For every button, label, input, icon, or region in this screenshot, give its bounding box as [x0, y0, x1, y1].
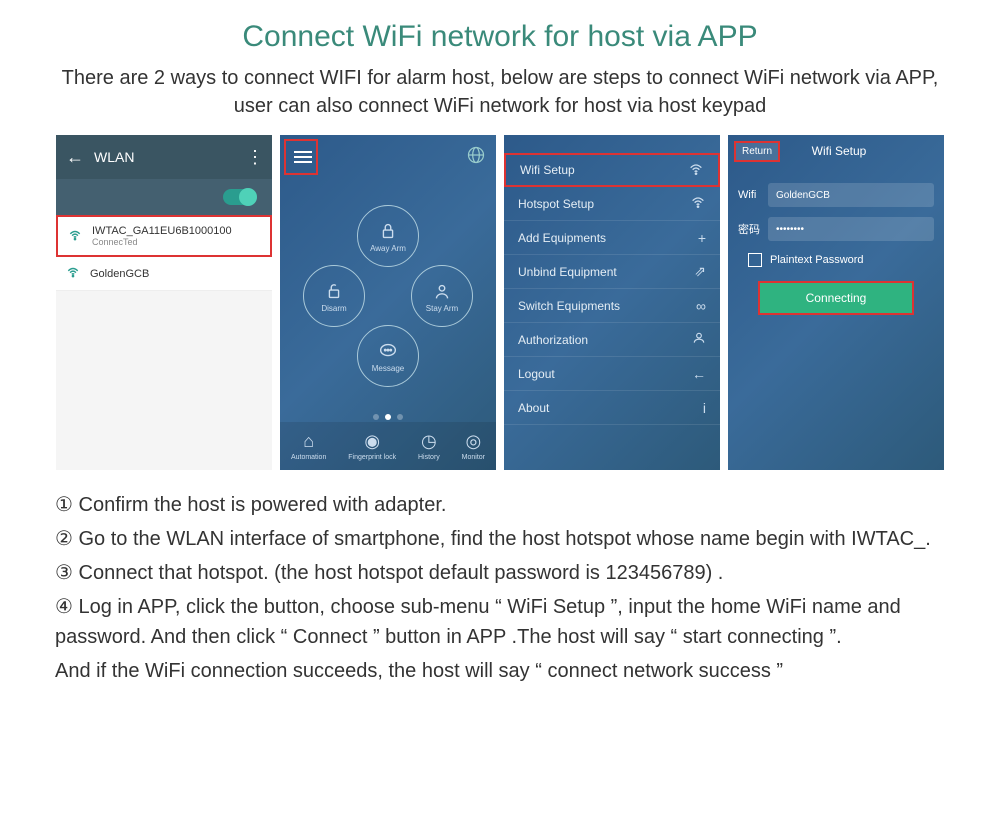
bottom-nav: ⌂Automation ◉Fingerprint lock ◷History ◎…	[280, 422, 496, 470]
wifi-icon	[688, 161, 704, 180]
stay-arm-button[interactable]: Stay Arm	[411, 265, 473, 327]
screen-wlan: ← WLAN ⋮ IWTAC_GA11EU6B1000100 ConnecTed…	[56, 135, 272, 470]
hamburger-icon[interactable]	[294, 148, 312, 166]
wifi-name: IWTAC_GA11EU6B1000100	[92, 225, 232, 237]
menu-switch[interactable]: Switch Equipments∞	[504, 289, 720, 323]
plaintext-row[interactable]: Plaintext Password	[748, 253, 934, 267]
step-1: ① Confirm the host is powered with adapt…	[55, 490, 945, 520]
page-dots	[373, 414, 403, 420]
wifi-input[interactable]: GoldenGCB	[768, 183, 934, 207]
page-title: Connect WiFi network for host via APP	[0, 0, 1000, 54]
more-icon[interactable]: ⋮	[246, 147, 262, 168]
unlink-icon: ⇗	[694, 263, 706, 280]
globe-icon[interactable]	[466, 145, 486, 170]
hamburger-highlight	[284, 139, 318, 175]
wifi-status: ConnecTed	[92, 237, 232, 247]
wifi-toggle-row	[56, 179, 272, 215]
step-2: ② Go to the WLAN interface of smartphone…	[55, 524, 945, 554]
password-label: 密码	[738, 221, 768, 237]
away-arm-button[interactable]: Away Arm	[357, 205, 419, 267]
screen-menu: Wifi Setup Hotspot Setup Add Equipments+…	[504, 135, 720, 470]
nav-history[interactable]: ◷History	[418, 431, 440, 461]
wifi-icon	[68, 228, 82, 245]
menu-unbind[interactable]: Unbind Equipment⇗	[504, 255, 720, 289]
wifi-item-iwtac[interactable]: IWTAC_GA11EU6B1000100 ConnecTed	[56, 215, 272, 257]
plaintext-label: Plaintext Password	[770, 254, 864, 266]
step-4: ④ Log in APP, click the button, choose s…	[55, 592, 945, 652]
wlan-header: ← WLAN ⋮	[56, 135, 272, 179]
checkbox-icon	[748, 253, 762, 267]
info-icon: i	[703, 400, 706, 416]
menu-logout[interactable]: Logout←	[504, 357, 720, 391]
menu-about[interactable]: Abouti	[504, 391, 720, 425]
plus-icon: +	[698, 230, 706, 246]
password-input[interactable]: ••••••••	[768, 217, 934, 241]
screen-wifi-setup: Return Wifi Setup Wifi GoldenGCB 密码 ••••…	[728, 135, 944, 470]
wifi-name: GoldenGCB	[90, 268, 149, 280]
user-icon	[692, 331, 706, 348]
message-button[interactable]: Message	[357, 325, 419, 387]
disarm-button[interactable]: Disarm	[303, 265, 365, 327]
screen-home: Away Arm Disarm Stay Arm Message ⌂Automa…	[280, 135, 496, 470]
arm-controls: Away Arm Disarm Stay Arm Message	[298, 205, 478, 385]
menu-auth[interactable]: Authorization	[504, 323, 720, 357]
setup-title: Wifi Setup	[740, 144, 938, 158]
connect-button[interactable]: Connecting	[758, 281, 914, 315]
menu-add[interactable]: Add Equipments+	[504, 221, 720, 255]
menu-hotspot[interactable]: Hotspot Setup	[504, 187, 720, 221]
wifi-label: Wifi	[738, 189, 768, 201]
final-note: And if the WiFi connection succeeds, the…	[55, 656, 945, 686]
back-icon[interactable]: ←	[66, 147, 84, 168]
arrow-left-icon: ←	[692, 366, 706, 382]
instructions: ① Confirm the host is powered with adapt…	[0, 470, 1000, 686]
nav-monitor[interactable]: ◎Monitor	[462, 431, 485, 461]
menu-list: Wifi Setup Hotspot Setup Add Equipments+…	[504, 135, 720, 425]
nav-fingerprint[interactable]: ◉Fingerprint lock	[348, 431, 396, 461]
wifi-toggle[interactable]	[223, 189, 257, 205]
wifi-item-golden[interactable]: GoldenGCB	[56, 257, 272, 291]
menu-wifi-setup[interactable]: Wifi Setup	[504, 153, 720, 187]
setup-header: Return Wifi Setup	[728, 135, 944, 167]
wifi-form: Wifi GoldenGCB 密码 •••••••• Plaintext Pas…	[728, 167, 944, 331]
step-3: ③ Connect that hotspot. (the host hotspo…	[55, 558, 945, 588]
page-subtitle: There are 2 ways to connect WIFI for ala…	[0, 54, 1000, 135]
nav-automation[interactable]: ⌂Automation	[291, 431, 326, 461]
screenshots-row: ← WLAN ⋮ IWTAC_GA11EU6B1000100 ConnecTed…	[0, 135, 1000, 470]
wifi-icon	[690, 194, 706, 213]
infinity-icon: ∞	[696, 298, 706, 314]
wifi-icon	[66, 265, 80, 282]
wlan-title: WLAN	[94, 149, 134, 165]
